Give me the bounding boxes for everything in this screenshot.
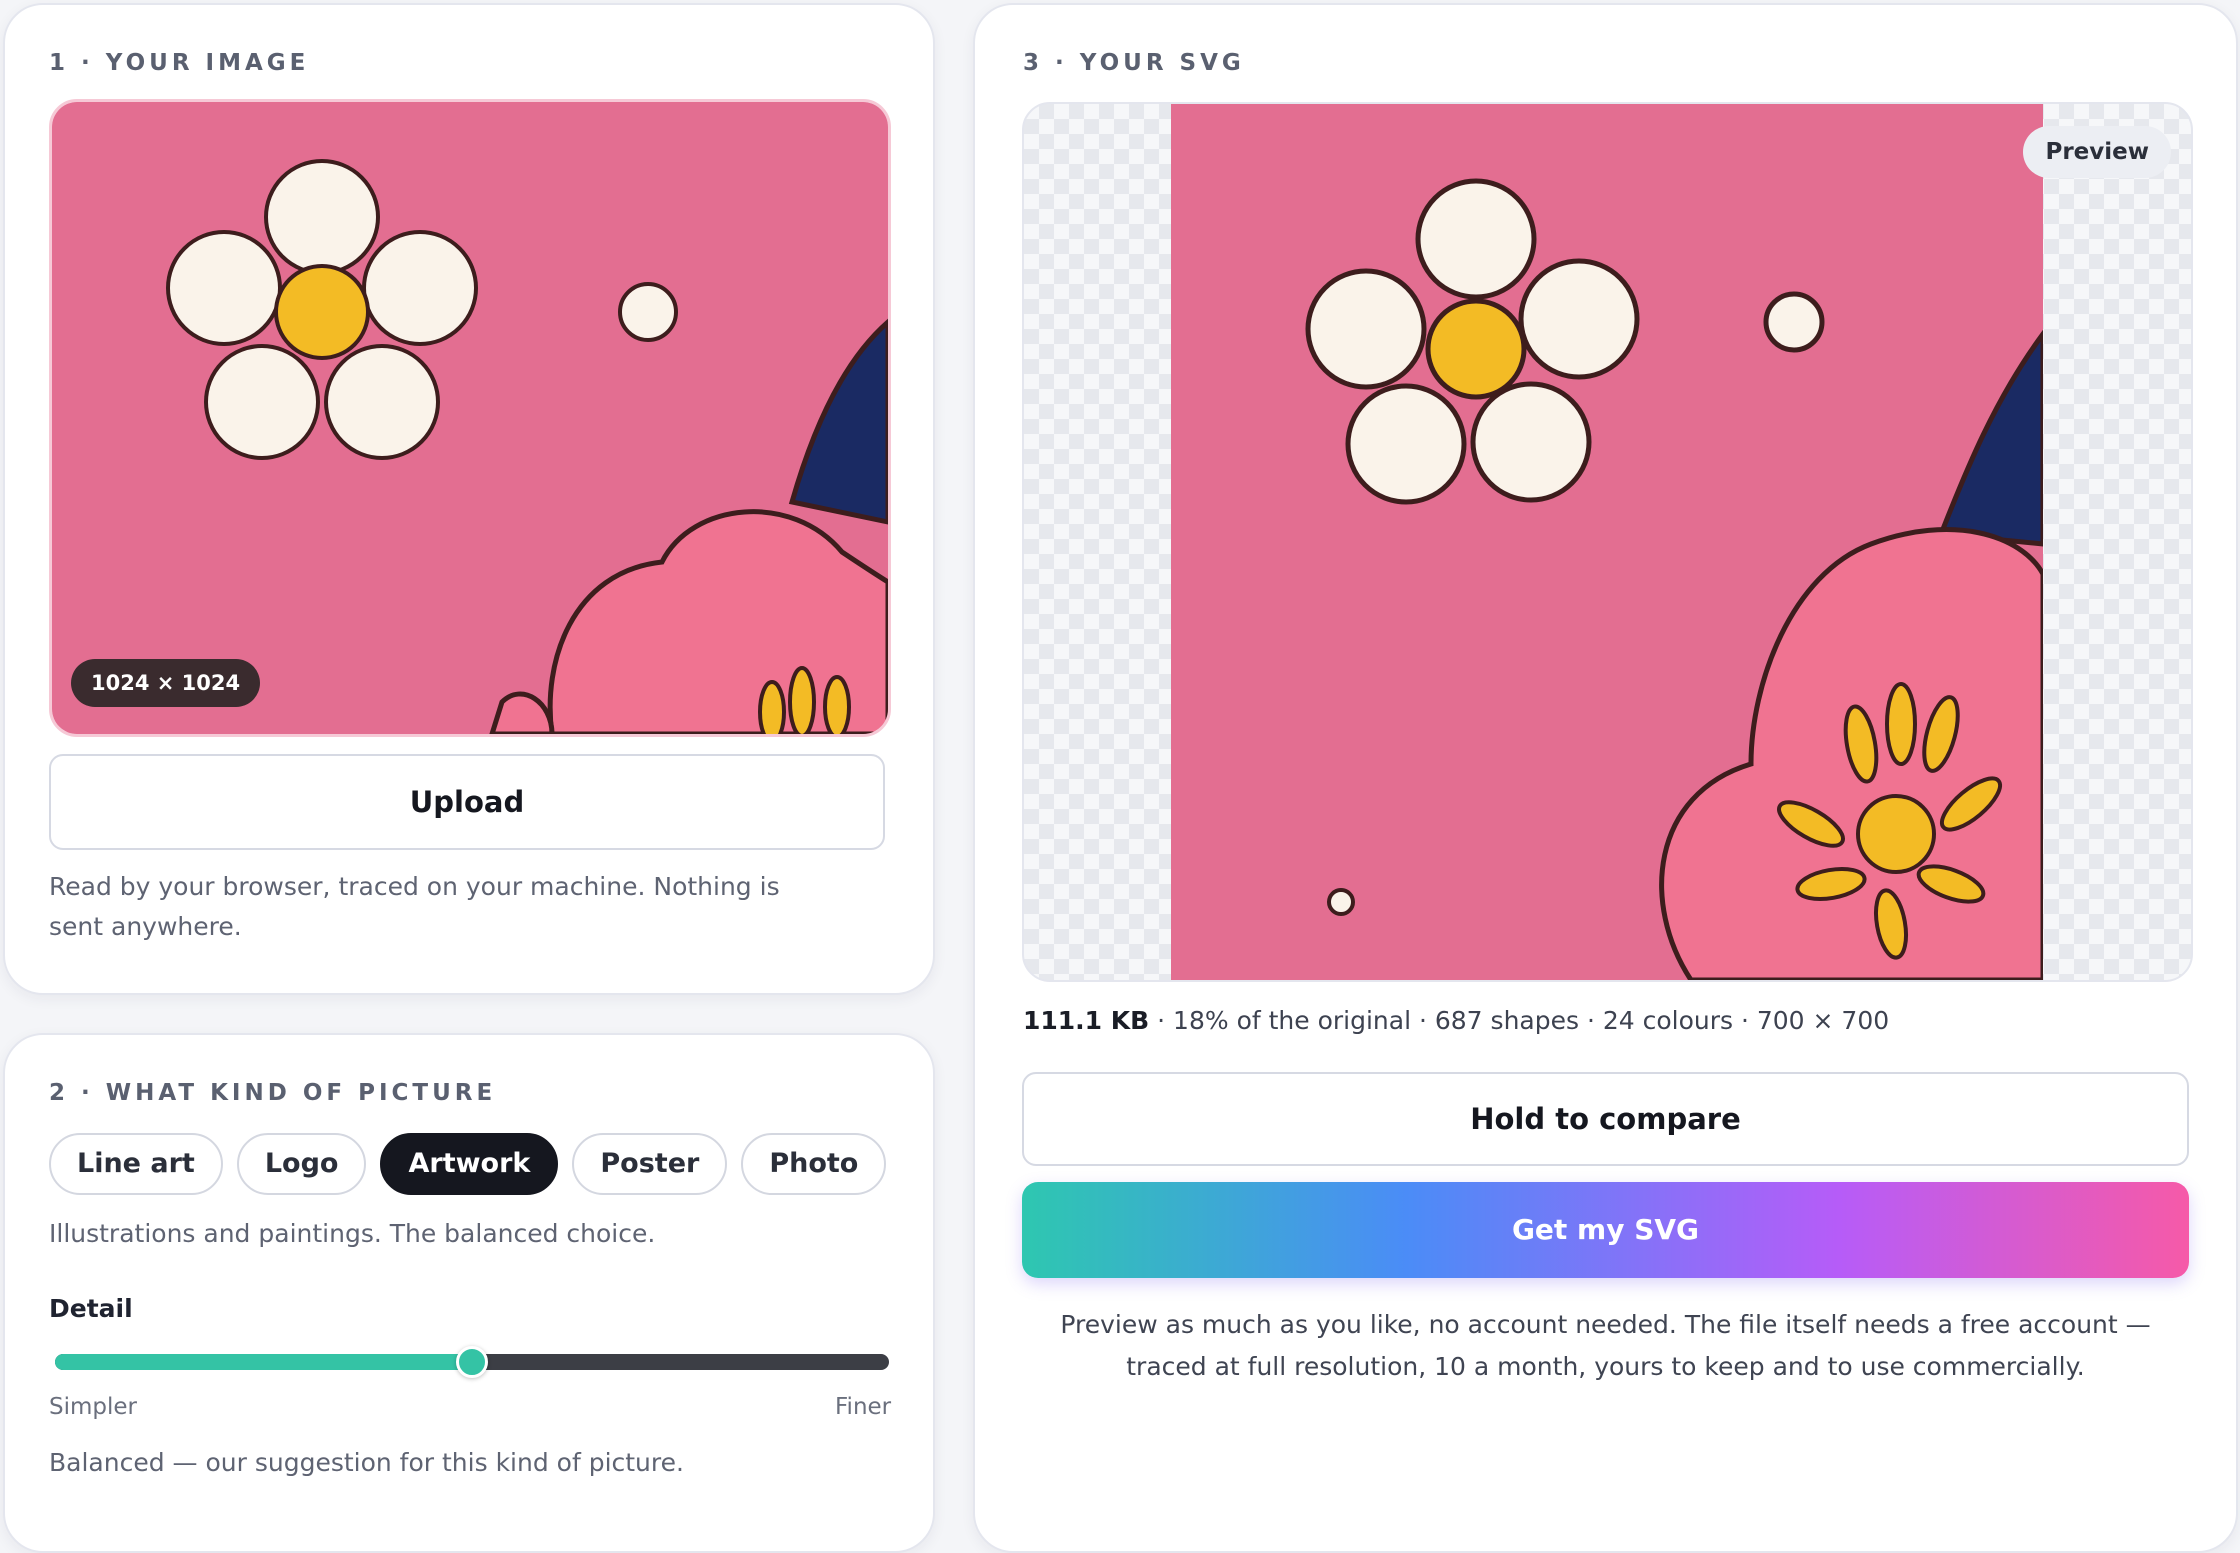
dimensions-badge: 1024 × 1024 [71, 659, 261, 707]
svg-section-title: 3 · YOUR SVG [1023, 50, 1245, 76]
detail-slider-thumb[interactable] [456, 1346, 488, 1378]
privacy-note: Read by your browser, traced on your mac… [49, 872, 780, 941]
svg-preview[interactable]: Preview [1022, 102, 2193, 982]
detail-slider-fill [55, 1354, 472, 1370]
slider-max-label: Finer [835, 1394, 892, 1420]
kind-option-poster[interactable]: Poster [572, 1133, 728, 1195]
kind-description: Illustrations and paintings. The balance… [49, 1219, 656, 1248]
kind-section-title: 2 · WHAT KIND OF PICTURE [49, 1080, 497, 1106]
kind-option-line-art[interactable]: Line art [49, 1133, 223, 1195]
svg-file-size: 111.1 KB [1023, 1006, 1150, 1035]
upload-button[interactable]: Upload [49, 754, 885, 850]
source-image [49, 99, 891, 737]
kind-options: Line art Logo Artwork Poster Photo [49, 1133, 887, 1195]
hold-to-compare-button[interactable]: Hold to compare [1022, 1072, 2189, 1166]
kind-option-photo[interactable]: Photo [741, 1133, 887, 1195]
detail-label: Detail [49, 1294, 133, 1323]
detail-slider[interactable] [55, 1346, 889, 1378]
preview-badge: Preview [2023, 126, 2171, 178]
kind-option-logo[interactable]: Logo [236, 1133, 367, 1195]
account-footnote: Preview as much as you like, no account … [1060, 1310, 2151, 1381]
get-svg-button[interactable]: Get my SVG [1022, 1182, 2189, 1278]
slider-min-label: Simpler [49, 1394, 137, 1420]
kind-option-artwork[interactable]: Artwork [380, 1133, 559, 1195]
detail-suggestion: Balanced — our suggestion for this kind … [49, 1448, 684, 1477]
image-section-title: 1 · YOUR IMAGE [49, 50, 310, 76]
svg-stats-details: · 18% of the original · 687 shapes · 24 … [1149, 1006, 1890, 1035]
svg-stats: 111.1 KB · 18% of the original · 687 sha… [1023, 1006, 1889, 1035]
